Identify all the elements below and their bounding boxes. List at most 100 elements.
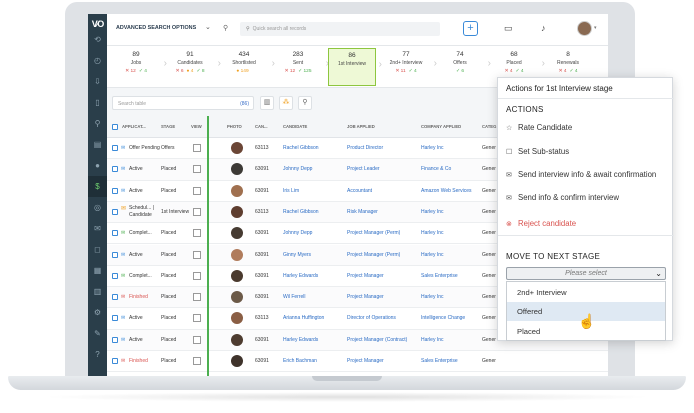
pipeline-stage[interactable]: 434 Shortlisted ● 149 › (220, 48, 275, 86)
job-link[interactable]: Director of Operations (347, 315, 396, 321)
row-checkbox[interactable] (112, 294, 118, 301)
add-button[interactable]: + (463, 21, 478, 36)
candidate-name-link[interactable]: Wil Ferrell (283, 294, 306, 300)
row-checkbox[interactable] (112, 251, 118, 258)
chat-icon[interactable]: ◻ (88, 239, 107, 260)
row-checkbox[interactable] (112, 187, 118, 194)
action-item[interactable]: ☆ Rate Candidate (506, 123, 572, 132)
select-all-checkbox[interactable] (112, 124, 118, 130)
pipeline-stage[interactable]: 74 Offers ✓ 6 › (436, 48, 491, 86)
row-checkbox[interactable] (112, 166, 118, 173)
row-checkbox[interactable] (112, 272, 118, 279)
company-link[interactable]: Harley Inc (421, 294, 444, 300)
columns-icon[interactable]: ▥ (260, 96, 274, 110)
row-checkbox[interactable] (112, 145, 118, 151)
filter-icon[interactable]: ⚲ (298, 96, 312, 110)
company-link[interactable]: Harley Inc (421, 145, 444, 151)
stage-option[interactable]: 2nd+ Interview (507, 283, 665, 302)
column-header-can[interactable]: CAN... (255, 124, 268, 129)
edit-icon[interactable]: ✎ (88, 323, 107, 344)
company-link[interactable]: Sales Enterprise (421, 273, 458, 279)
view-icon[interactable] (193, 250, 201, 259)
company-link[interactable]: Harley Inc (421, 337, 444, 343)
job-link[interactable]: Project Leader (347, 166, 380, 172)
action-item[interactable]: ✉ Send info & confirm interview (506, 193, 619, 202)
candidate-name-link[interactable]: Harley Edwards (283, 337, 318, 343)
quick-search-input[interactable]: ⚲ Quick search all records (240, 22, 440, 36)
company-link[interactable]: Amazon Web Services (421, 188, 471, 194)
bell-icon[interactable]: ♪ (541, 23, 546, 33)
job-link[interactable]: Project Manager (347, 294, 384, 300)
job-link[interactable]: Project Manager (Contract) (347, 337, 407, 343)
candidate-name-link[interactable]: Johnny Depp (283, 230, 312, 236)
view-icon[interactable] (193, 229, 201, 238)
job-link[interactable]: Project Manager (Perm) (347, 252, 400, 258)
column-header-job[interactable]: JOB APPLIED (347, 124, 375, 129)
person-icon[interactable]: ⚲ (88, 113, 107, 134)
candidate-name-link[interactable]: Harley Edwards (283, 273, 318, 279)
candidate-name-link[interactable]: Arianna Huffington (283, 315, 324, 321)
row-checkbox[interactable] (112, 230, 118, 237)
candidate-name-link[interactable]: Iris Lim (283, 188, 299, 194)
job-link[interactable]: Risk Manager (347, 209, 378, 215)
calendar-icon[interactable]: ▦ (88, 260, 107, 281)
pipeline-stage[interactable]: 77 2nd+ Interview ✕ 11 ✓ 4 › (382, 48, 437, 86)
job-link[interactable]: Project Manager (Perm) (347, 230, 400, 236)
column-header-candidate[interactable]: CANDIDATE (283, 124, 307, 129)
column-header-category[interactable]: CATEG (482, 124, 496, 129)
advanced-search-toggle[interactable]: ADVANCED SEARCH OPTIONS (116, 25, 196, 31)
company-link[interactable]: Sales Enterprise (421, 358, 458, 364)
view-icon[interactable] (193, 165, 201, 174)
next-stage-select[interactable]: Please select ⌄ (506, 267, 666, 280)
check-circle-icon[interactable]: ◎ (88, 197, 107, 218)
user-icon[interactable]: ● (88, 155, 107, 176)
reject-candidate-button[interactable]: ⊗ Reject candidate (506, 219, 576, 228)
avatar[interactable] (577, 21, 592, 36)
chat-icon[interactable]: ▭ (504, 23, 513, 34)
table-search-input[interactable]: Search table (86) (112, 96, 254, 110)
briefcase-icon[interactable]: ▤ (88, 134, 107, 155)
candidate-name-link[interactable]: Erich Bachman (283, 358, 317, 364)
job-link[interactable]: Accountant (347, 188, 372, 194)
download-icon[interactable]: ⇩ (88, 71, 107, 92)
company-link[interactable]: Harley Inc (421, 252, 444, 258)
candidate-name-link[interactable]: Rachel Gibbson (283, 209, 319, 215)
dashboard-icon[interactable]: ◴ (88, 50, 107, 71)
job-link[interactable]: Project Manager (347, 273, 384, 279)
view-icon[interactable] (193, 186, 201, 195)
company-link[interactable]: Harley Inc (421, 230, 444, 236)
chevron-down-icon[interactable]: ▾ (594, 25, 597, 31)
chevron-down-icon[interactable]: ⌄ (205, 23, 211, 31)
pipeline-stage[interactable]: 89 Jobs ✕ 12 ✓ 4 › (112, 48, 167, 86)
view-icon[interactable] (193, 271, 201, 280)
dollar-icon[interactable]: $ (88, 176, 107, 197)
column-header-stage[interactable]: STAGE (161, 124, 175, 129)
action-item[interactable]: ✉ Send interview info & await confirmatio… (506, 170, 656, 179)
history-icon[interactable]: ⟲ (88, 29, 107, 50)
candidate-name-link[interactable]: Johnny Depp (283, 166, 312, 172)
view-icon[interactable] (193, 207, 201, 216)
table-row[interactable]: ✉ Finished Placed 63091 Erich Bachman Project… (107, 351, 608, 373)
help-icon[interactable]: ? (88, 344, 107, 365)
row-checkbox[interactable] (112, 358, 118, 364)
view-icon[interactable] (193, 335, 201, 344)
company-link[interactable]: Harley Inc (421, 209, 444, 215)
job-link[interactable]: Product Director (347, 145, 383, 151)
view-icon[interactable] (193, 293, 201, 302)
column-header-status[interactable]: APPLICAT... (122, 124, 146, 129)
mail-icon[interactable]: ✉ (88, 218, 107, 239)
pipeline-stage[interactable]: 283Sent✕ 12✓ 125› (274, 48, 329, 86)
row-checkbox[interactable] (112, 208, 118, 215)
column-header-view[interactable]: VIEW (191, 124, 202, 129)
view-icon[interactable] (193, 357, 201, 365)
view-icon[interactable] (193, 314, 201, 323)
group-icon[interactable]: ⁂ (279, 96, 293, 110)
row-checkbox[interactable] (112, 315, 118, 322)
row-checkbox[interactable] (112, 336, 118, 343)
company-link[interactable]: Finance & Co (421, 166, 451, 172)
filter-icon[interactable]: ⚲ (223, 24, 228, 32)
document-icon[interactable]: ▯ (88, 92, 107, 113)
company-link[interactable]: Intelligence Change (421, 315, 465, 321)
view-icon[interactable] (193, 144, 201, 152)
pipeline-stage[interactable]: 86 1st Interview › (328, 48, 382, 86)
